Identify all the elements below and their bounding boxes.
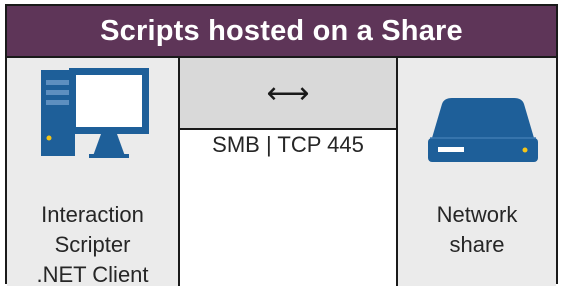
client-label-line: .NET Client (36, 262, 149, 287)
desktop-computer-icon (41, 68, 149, 158)
client-label-line: Interaction (41, 202, 144, 227)
client-column: Interaction Scripter .NET Client (7, 58, 180, 287)
share-label-line: Network (436, 202, 518, 227)
protocol-label: SMB | TCP 445 (212, 132, 364, 157)
client-label: Interaction Scripter .NET Client (7, 200, 178, 290)
share-column: Network share (398, 58, 556, 286)
connection-column: ⟷ SMB | TCP 445 (180, 58, 398, 286)
client-label-line: Scripter (54, 232, 131, 257)
network-drive-icon (428, 98, 538, 162)
share-label-line: share (449, 232, 505, 257)
share-label: Network share (398, 200, 556, 260)
bidirectional-arrow-icon: ⟷ (180, 58, 396, 130)
diagram-title: Scripts hosted on a Share (7, 6, 556, 58)
diagram-frame: Scripts hosted on a Share Interaction Sc… (5, 4, 558, 287)
